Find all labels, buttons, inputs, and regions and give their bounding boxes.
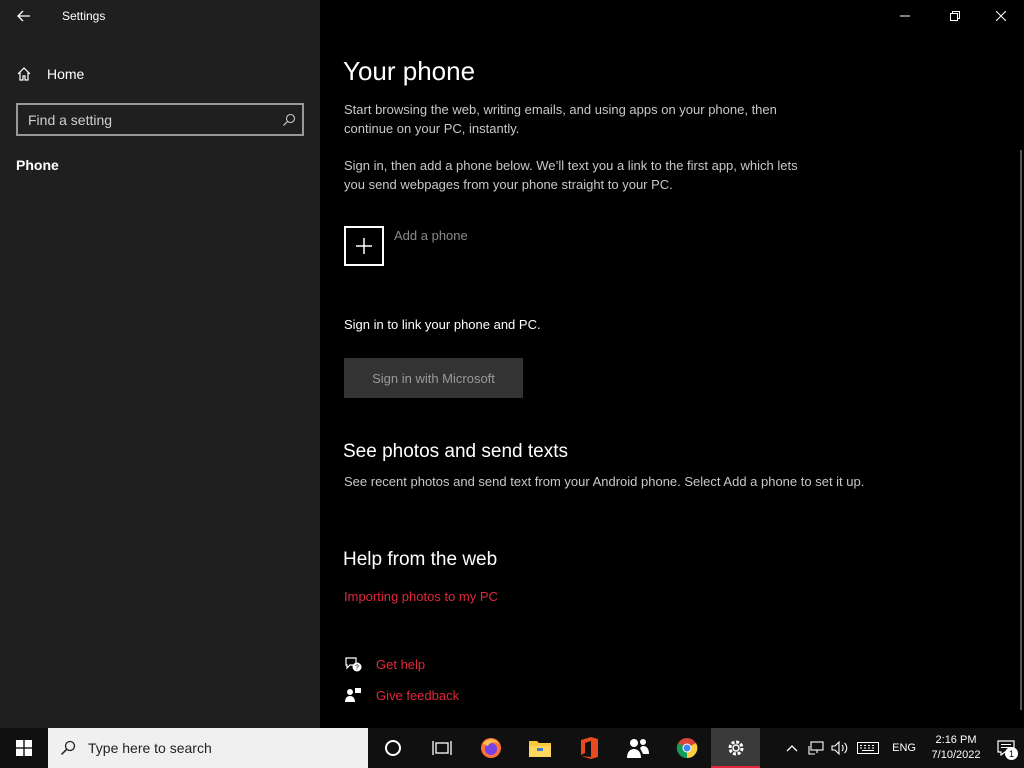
sidebar-item-phone[interactable]: Phone — [16, 157, 59, 173]
photos-section-title: See photos and send texts — [343, 441, 568, 462]
taskbar: Type here to search ENG 2:16 PM 7/10/202… — [0, 728, 1024, 768]
importing-photos-link[interactable]: Importing photos to my PC — [344, 589, 498, 604]
windows-logo-icon — [16, 740, 32, 756]
scrollbar[interactable] — [1020, 150, 1022, 710]
clock-time: 2:16 PM — [935, 734, 977, 746]
network-icon — [808, 741, 824, 755]
svg-text:?: ? — [355, 665, 359, 672]
file-explorer-button[interactable] — [515, 728, 564, 768]
task-view-button[interactable] — [417, 728, 466, 768]
clock[interactable]: 2:16 PM 7/10/2022 — [924, 733, 988, 763]
taskbar-search-box[interactable]: Type here to search — [48, 728, 368, 768]
page-title: Your phone — [343, 56, 476, 86]
people-button[interactable] — [613, 728, 662, 768]
office-button[interactable] — [564, 728, 613, 768]
sidebar-item-label: Home — [47, 66, 85, 82]
feedback-icon — [343, 685, 363, 705]
home-icon — [17, 67, 31, 81]
search-icon[interactable] — [276, 107, 302, 133]
help-section-title: Help from the web — [343, 549, 498, 570]
task-view-icon — [431, 741, 452, 755]
sidebar-item-home[interactable]: Home — [16, 62, 84, 86]
back-button[interactable] — [10, 4, 38, 28]
system-tray: ENG 2:16 PM 7/10/2022 1 — [780, 728, 1024, 768]
add-phone-button[interactable]: Add a phone — [344, 226, 468, 266]
give-feedback-link[interactable]: Give feedback — [343, 685, 459, 705]
action-center-button[interactable]: 1 — [988, 728, 1024, 768]
get-help-link[interactable]: ? Get help — [343, 654, 425, 674]
close-icon — [996, 11, 1006, 21]
network-button[interactable] — [804, 728, 828, 768]
settings-sidebar: Settings Home Phone — [0, 0, 320, 728]
volume-icon — [831, 741, 848, 755]
taskbar-search-placeholder: Type here to search — [88, 740, 212, 756]
close-button[interactable] — [978, 0, 1024, 32]
touch-keyboard-button[interactable] — [852, 728, 884, 768]
find-setting-search[interactable] — [16, 103, 304, 136]
volume-button[interactable] — [828, 728, 852, 768]
firefox-button[interactable] — [466, 728, 515, 768]
people-icon — [626, 739, 649, 758]
back-arrow-icon — [17, 10, 30, 22]
search-input[interactable] — [18, 111, 276, 128]
chevron-up-icon — [786, 745, 798, 752]
signin-note: Sign in, then add a phone below. We’ll t… — [344, 158, 798, 192]
add-box — [344, 226, 384, 266]
show-hidden-icons-button[interactable] — [780, 728, 804, 768]
cortana-button[interactable] — [368, 728, 417, 768]
cortana-icon — [384, 740, 401, 756]
minimize-icon — [900, 15, 910, 17]
firefox-icon — [480, 738, 501, 758]
notification-count-badge: 1 — [1005, 747, 1018, 760]
give-feedback-label: Give feedback — [376, 687, 460, 703]
chrome-icon — [676, 738, 697, 759]
start-button[interactable] — [0, 728, 48, 768]
intro-text: Start browsing the web, writing emails, … — [344, 102, 777, 136]
file-explorer-icon — [528, 741, 551, 757]
search-icon — [48, 740, 88, 756]
get-help-label: Get help — [376, 656, 426, 672]
signin-prompt: Sign in to link your phone and PC. — [344, 317, 541, 332]
minimize-button[interactable] — [882, 0, 928, 32]
settings-icon — [728, 740, 743, 756]
clock-date: 7/10/2022 — [931, 749, 981, 761]
window-title: Settings — [62, 9, 106, 23]
photos-section-description: See recent photos and send text from you… — [344, 474, 865, 489]
plus-icon — [356, 238, 372, 254]
chrome-button[interactable] — [662, 728, 711, 768]
restore-icon — [950, 11, 960, 21]
restore-button[interactable] — [932, 0, 978, 32]
main-content: Your phone Start browsing the web, writi… — [320, 0, 1024, 728]
add-phone-label: Add a phone — [394, 228, 468, 243]
sign-in-microsoft-button[interactable]: Sign in with Microsoft — [344, 358, 523, 398]
language-indicator[interactable]: ENG — [884, 742, 924, 754]
settings-button[interactable] — [711, 728, 760, 768]
keyboard-icon — [857, 742, 880, 754]
office-icon — [580, 737, 598, 759]
help-chat-icon: ? — [343, 654, 363, 674]
